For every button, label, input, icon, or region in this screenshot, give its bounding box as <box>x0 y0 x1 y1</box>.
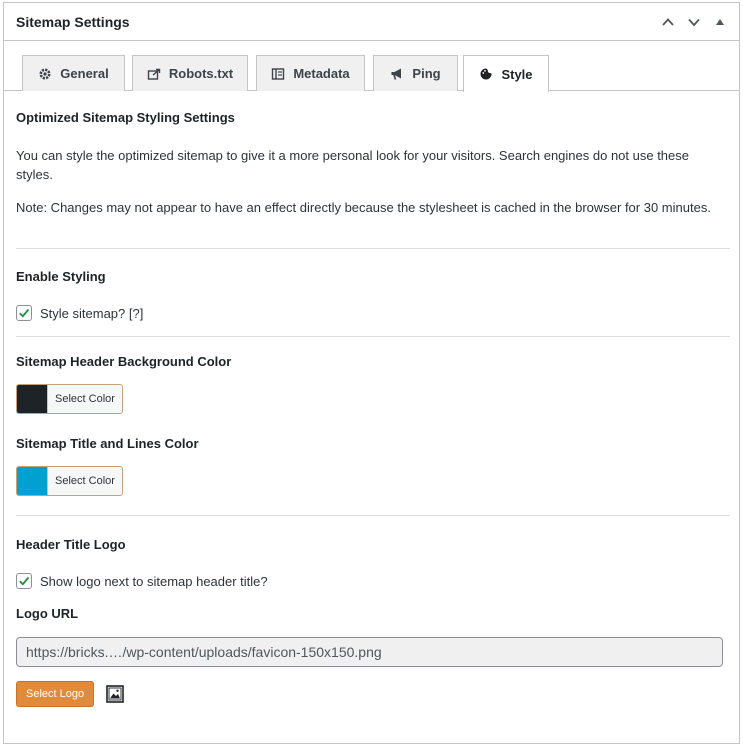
panel-header: Sitemap Settings <box>4 3 739 41</box>
tab-general-label: General <box>60 66 109 81</box>
tab-general[interactable]: General <box>22 55 125 91</box>
chevron-down-icon[interactable] <box>681 9 707 35</box>
title-lines-color-picker[interactable]: Select Color <box>16 466 123 496</box>
style-sitemap-label: Style sitemap? [?] <box>40 305 144 321</box>
tab-style[interactable]: Style <box>463 55 549 92</box>
header-bg-color-picker[interactable]: Select Color <box>16 384 123 414</box>
tab-ping[interactable]: Ping <box>373 55 458 91</box>
enable-styling-title: Enable Styling <box>16 269 106 284</box>
panel-title: Sitemap Settings <box>16 13 130 30</box>
tab-robots[interactable]: Robots.txt <box>132 55 248 91</box>
title-lines-color-title: Sitemap Title and Lines Color <box>16 436 199 451</box>
header-bg-color-title: Sitemap Header Background Color <box>16 354 232 369</box>
show-logo-label: Show logo next to sitemap header title? <box>40 573 268 589</box>
triangle-up-icon[interactable] <box>707 9 733 35</box>
tab-metadata-label: Metadata <box>293 66 350 81</box>
header-bg-color-swatch <box>17 385 47 413</box>
tab-ping-label: Ping <box>412 66 441 81</box>
tab-robots-label: Robots.txt <box>168 66 234 81</box>
intro-description: You can style the optimized sitemap to g… <box>16 148 689 182</box>
tabs-bar: General Robots.txt Metadata Ping Style <box>4 41 739 92</box>
style-sitemap-checkbox[interactable] <box>16 305 32 321</box>
share-icon <box>147 67 161 81</box>
intro-note: Note: Changes may not appear to have an … <box>16 200 711 215</box>
chevron-up-icon[interactable] <box>655 9 681 35</box>
tab-metadata[interactable]: Metadata <box>256 55 365 91</box>
logo-url-input[interactable] <box>16 637 723 667</box>
select-color-button[interactable]: Select Color <box>47 385 122 413</box>
logo-url-label: Logo URL <box>16 606 79 621</box>
megaphone-icon <box>390 67 404 81</box>
show-logo-row[interactable]: Show logo next to sitemap header title? <box>16 573 268 589</box>
sitemap-settings-panel: Sitemap Settings General Robots.txt Meta… <box>3 2 740 744</box>
select-logo-button[interactable]: Select Logo <box>16 681 95 707</box>
gear-icon <box>38 67 52 81</box>
panel-controls <box>655 3 733 41</box>
select-color-button[interactable]: Select Color <box>47 467 122 495</box>
palette-icon <box>479 67 493 81</box>
divider <box>16 336 730 337</box>
divider <box>16 248 730 249</box>
book-icon <box>271 67 285 81</box>
image-icon[interactable] <box>106 685 124 706</box>
divider <box>16 515 730 516</box>
title-lines-color-swatch <box>17 467 47 495</box>
header-logo-title: Header Title Logo <box>16 537 126 552</box>
tab-style-label: Style <box>501 66 533 82</box>
intro-title: Optimized Sitemap Styling Settings <box>16 110 235 125</box>
style-sitemap-row[interactable]: Style sitemap? [?] <box>16 305 143 321</box>
show-logo-checkbox[interactable] <box>16 573 32 589</box>
